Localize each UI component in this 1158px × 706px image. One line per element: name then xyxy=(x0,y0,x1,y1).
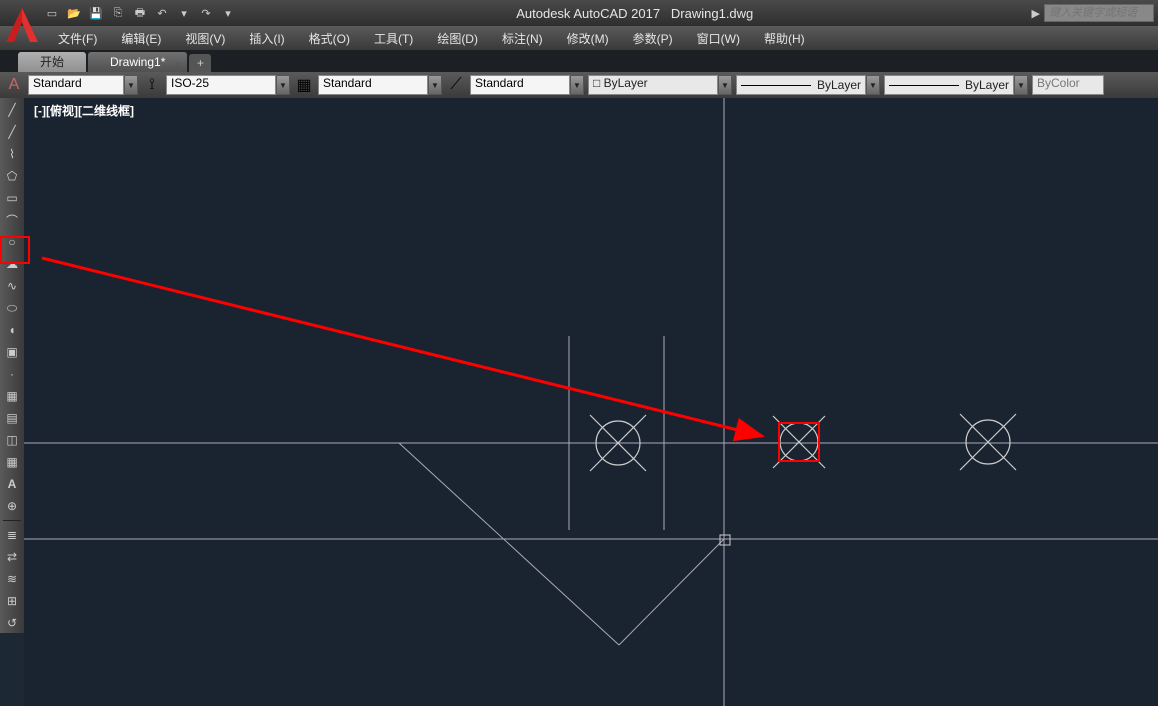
menu-draw[interactable]: 绘图(D) xyxy=(425,30,490,47)
layer-tool[interactable]: ≣ xyxy=(2,525,22,545)
ellipsearc-tool[interactable]: ◖ xyxy=(2,320,22,340)
hatch-tool[interactable]: ▦ xyxy=(2,386,22,406)
linetype-select[interactable]: ByLayer xyxy=(736,75,866,95)
mlstyle-select[interactable]: Standard xyxy=(470,75,570,95)
match-tool[interactable]: ⇄ xyxy=(2,547,22,567)
undo-icon[interactable]: ↶ xyxy=(152,3,172,23)
menu-tools[interactable]: 工具(T) xyxy=(362,30,425,47)
plot-icon[interactable]: 🖶 xyxy=(130,3,150,23)
arc-tool[interactable]: ⌒ xyxy=(2,210,22,230)
tab-start[interactable]: 开始 xyxy=(18,52,86,72)
close-icon[interactable]: × xyxy=(176,56,182,76)
menu-param[interactable]: 参数(P) xyxy=(621,30,685,47)
highlight-box-mark xyxy=(778,422,820,462)
chevron-down-icon[interactable]: ▼ xyxy=(866,75,880,95)
menu-insert[interactable]: 插入(I) xyxy=(237,30,296,47)
tablestyle-select[interactable]: Standard xyxy=(318,75,428,95)
polygon-tool[interactable]: ⬠ xyxy=(2,166,22,186)
menu-modify[interactable]: 修改(M) xyxy=(555,30,621,47)
mlstyle-icon[interactable]: ⟋ xyxy=(446,75,466,95)
menu-dim[interactable]: 标注(N) xyxy=(490,30,555,47)
open-icon[interactable]: 📂 xyxy=(64,3,84,23)
mtext-tool[interactable]: A xyxy=(2,474,22,494)
app-menu-button[interactable] xyxy=(2,4,42,46)
chevron-down-icon[interactable]: ▼ xyxy=(718,75,732,95)
gradient-tool[interactable]: ▤ xyxy=(2,408,22,428)
menu-window[interactable]: 窗口(W) xyxy=(685,30,752,47)
textstyle-select[interactable]: Standard xyxy=(28,75,124,95)
rectangle-tool[interactable]: ▭ xyxy=(2,188,22,208)
color-select[interactable]: ByColor xyxy=(1032,75,1104,95)
chevron-down-icon[interactable]: ▼ xyxy=(428,75,442,95)
document-tabs: 开始 Drawing1*× + xyxy=(0,50,1158,72)
tablestyle-icon[interactable]: ▦ xyxy=(294,75,314,95)
textstyle-icon[interactable]: A xyxy=(4,75,24,95)
menu-bar: 文件(F) 编辑(E) 视图(V) 插入(I) 格式(O) 工具(T) 绘图(D… xyxy=(0,26,1158,50)
block-tool[interactable]: ▣ xyxy=(2,342,22,362)
separator xyxy=(3,520,21,521)
layermatch-tool[interactable]: ⊞ xyxy=(2,591,22,611)
window-title: Autodesk AutoCAD 2017 Drawing1.dwg xyxy=(238,6,1032,21)
polyline-tool[interactable]: ⌇ xyxy=(2,144,22,164)
table-tool[interactable]: ▦ xyxy=(2,452,22,472)
quick-access-toolbar: ▭ 📂 💾 ⎘ 🖶 ↶ ▾ ↷ ▾ xyxy=(42,3,238,23)
arrow-right-icon[interactable]: ▶ xyxy=(1032,7,1040,20)
chevron-down-icon[interactable]: ▼ xyxy=(570,75,584,95)
drawing-area[interactable]: [-][俯视][二维线框] xyxy=(24,98,1158,706)
draw-toolbar: ╱ ╱ ⌇ ⬠ ▭ ⌒ ○ ☁ ∿ ⬭ ◖ ▣ · ▦ ▤ ◫ ▦ A ⊕ ≣ … xyxy=(0,98,24,633)
spline-tool[interactable]: ∿ xyxy=(2,276,22,296)
property-bar: A Standard▼ ⟟ ISO-25▼ ▦ Standard▼ ⟋ Stan… xyxy=(0,72,1158,98)
addselect-tool[interactable]: ⊕ xyxy=(2,496,22,516)
saveas-icon[interactable]: ⎘ xyxy=(108,3,128,23)
canvas xyxy=(24,98,1158,706)
title-bar: ▭ 📂 💾 ⎘ 🖶 ↶ ▾ ↷ ▾ Autodesk AutoCAD 2017 … xyxy=(0,0,1158,26)
region-tool[interactable]: ◫ xyxy=(2,430,22,450)
undo-dropdown-icon[interactable]: ▾ xyxy=(174,3,194,23)
save-icon[interactable]: 💾 xyxy=(86,3,106,23)
redo-icon[interactable]: ↷ xyxy=(196,3,216,23)
highlight-box-tool xyxy=(0,236,30,264)
redo-dropdown-icon[interactable]: ▾ xyxy=(218,3,238,23)
menu-file[interactable]: 文件(F) xyxy=(46,30,109,47)
layer-select[interactable]: □ ByLayer xyxy=(588,75,718,95)
line-tool[interactable]: ╱ xyxy=(2,100,22,120)
search-input[interactable] xyxy=(1044,4,1154,22)
menu-edit[interactable]: 编辑(E) xyxy=(109,30,173,47)
xline-tool[interactable]: ╱ xyxy=(2,122,22,142)
layerprev-tool[interactable]: ↺ xyxy=(2,613,22,633)
tab-add-button[interactable]: + xyxy=(189,54,211,72)
tab-drawing1[interactable]: Drawing1*× xyxy=(88,52,187,72)
chevron-down-icon[interactable]: ▼ xyxy=(1014,75,1028,95)
menu-format[interactable]: 格式(O) xyxy=(297,30,362,47)
dimstyle-icon[interactable]: ⟟ xyxy=(142,75,162,95)
layeriso-tool[interactable]: ≋ xyxy=(2,569,22,589)
chevron-down-icon[interactable]: ▼ xyxy=(276,75,290,95)
dimstyle-select[interactable]: ISO-25 xyxy=(166,75,276,95)
new-icon[interactable]: ▭ xyxy=(42,3,62,23)
menu-view[interactable]: 视图(V) xyxy=(173,30,237,47)
point-tool[interactable]: · xyxy=(2,364,22,384)
chevron-down-icon[interactable]: ▼ xyxy=(124,75,138,95)
lineweight-select[interactable]: ByLayer xyxy=(884,75,1014,95)
menu-help[interactable]: 帮助(H) xyxy=(752,30,817,47)
ellipse-tool[interactable]: ⬭ xyxy=(2,298,22,318)
